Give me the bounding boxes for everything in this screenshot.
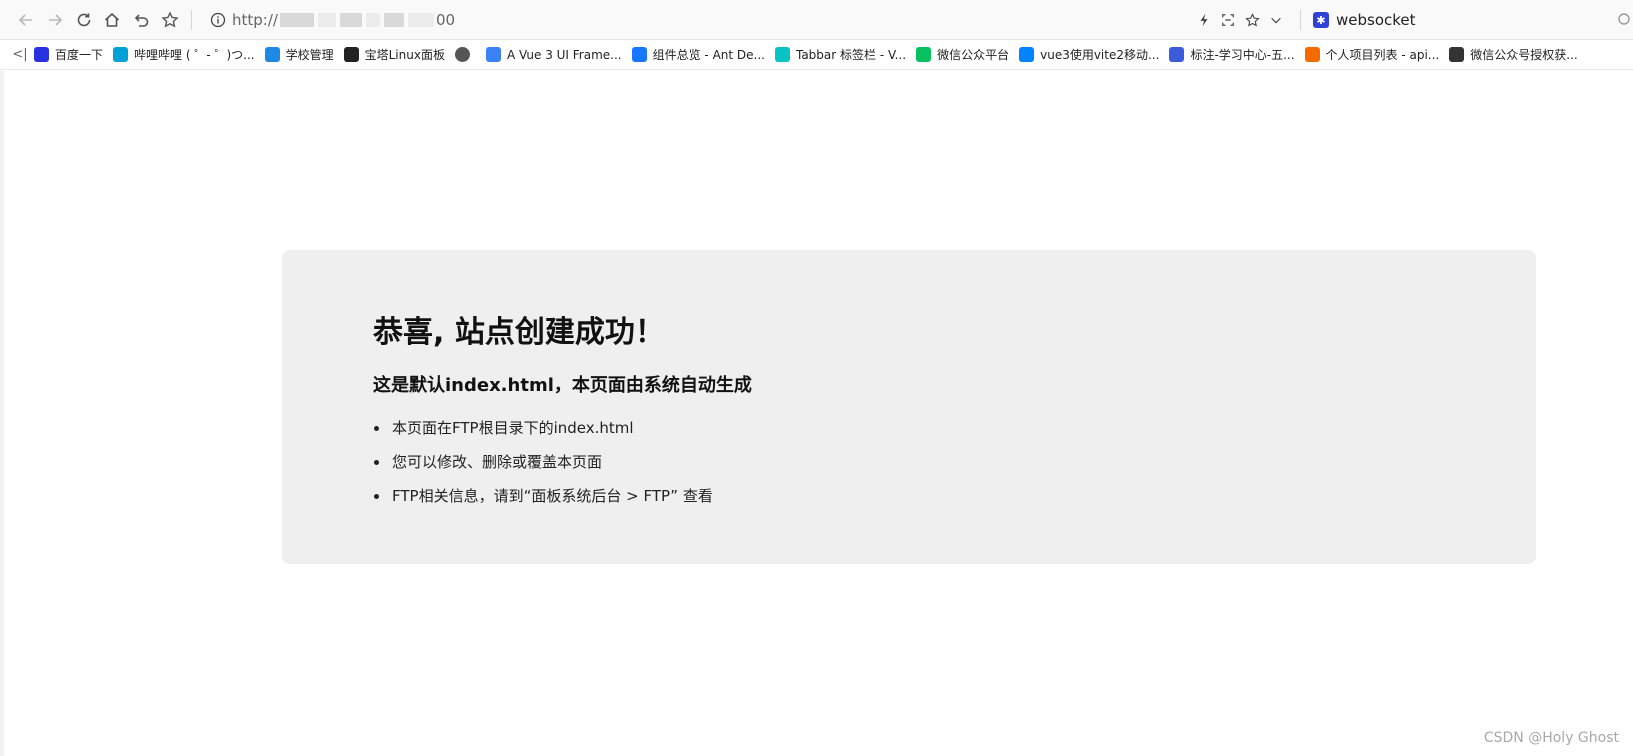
list-item: 本页面在FTP根目录下的index.html — [373, 418, 713, 452]
welcome-panel: 恭喜, 站点创建成功！ 这是默认index.html，本页面由系统自动生成 本页… — [282, 250, 1536, 564]
forward-icon[interactable] — [43, 8, 67, 32]
bookmarks-bar: <| 百度一下 哔哩哔哩 ( ゜- ゜)つ... 学校管理 宝塔Linux面板 A Vu… — [0, 40, 1633, 70]
list-item: FTP相关信息，请到“面板系统后台 > FTP” 查看 — [373, 486, 713, 520]
bookmark-item[interactable]: A Vue 3 UI Frame... — [485, 44, 622, 66]
bilibili-icon — [113, 47, 129, 62]
bookmark-item[interactable]: 哔哩哔哩 ( ゜- ゜)つ... — [113, 44, 255, 66]
vant-icon — [774, 47, 790, 62]
favorite-star-icon[interactable] — [158, 8, 182, 32]
url-redacted — [317, 13, 336, 27]
bookmark-label: Tabbar 标签栏 - V... — [795, 48, 907, 62]
bookmark-item[interactable]: 微信公众平台 — [916, 44, 1009, 66]
search-engine-box[interactable]: ✱ websocket — [1313, 8, 1416, 32]
bookmark-item[interactable]: 微信公众号授权获... — [1449, 44, 1578, 66]
bookmark-label: 微信公众号授权获... — [1470, 48, 1578, 62]
ant-design-icon — [631, 47, 647, 62]
undo-close-tab-icon[interactable] — [130, 8, 154, 32]
bookmark-item[interactable]: vue3使用vite2移动... — [1019, 44, 1159, 66]
list-item: 您可以修改、删除或覆盖本页面 — [373, 452, 713, 486]
screenshot-icon[interactable] — [1220, 12, 1236, 28]
page-subtitle: 这是默认index.html，本页面由系统自动生成 — [373, 375, 752, 396]
bookmark-star-icon[interactable] — [1244, 12, 1260, 28]
url-redacted — [365, 13, 380, 27]
address-actions — [1196, 8, 1284, 32]
baidu-icon — [34, 47, 49, 62]
bookmark-label: 微信公众平台 — [937, 48, 1010, 62]
address-bar[interactable]: http:// 00 — [210, 6, 1210, 34]
bookmark-icon — [1169, 47, 1185, 62]
url-redacted — [339, 13, 362, 27]
lightning-icon[interactable] — [1196, 12, 1212, 28]
url-redacted — [279, 13, 314, 27]
bookmark-label: 标注-学习中心-五... — [1190, 48, 1295, 62]
bookmark-label: 组件总览 - Ant De... — [652, 48, 765, 62]
url-redacted — [383, 13, 404, 27]
watermark: CSDN @Holy Ghost — [1483, 730, 1619, 746]
book-icon — [264, 47, 280, 62]
bookmark-item[interactable]: 个人项目列表 - api... — [1304, 44, 1440, 66]
toolbar-divider — [1300, 10, 1301, 30]
page-title: 恭喜, 站点创建成功！ — [373, 315, 665, 350]
chevron-down-icon[interactable] — [1268, 12, 1284, 28]
bookmark-item[interactable]: 标注-学习中心-五... — [1169, 44, 1295, 66]
bookmark-item[interactable]: 组件总览 - Ant De... — [631, 44, 765, 66]
page-content: 恭喜, 站点创建成功！ 这是默认index.html，本页面由系统自动生成 本页… — [0, 71, 1633, 756]
search-icon[interactable] — [1617, 12, 1633, 28]
bookmark-label: 学校管理 — [285, 48, 334, 62]
search-engine-label: websocket — [1336, 11, 1416, 29]
globe-icon — [454, 47, 470, 62]
bookmark-label: A Vue 3 UI Frame... — [506, 47, 622, 62]
browser-toolbar: http:// 00 ✱ websocket — [0, 0, 1633, 40]
bt-icon — [343, 47, 359, 62]
bookmark-label: 宝塔Linux面板 — [364, 48, 445, 62]
bookmark-item[interactable]: 百度一下 — [34, 44, 103, 66]
url-redacted — [407, 13, 434, 27]
csdn-icon — [1449, 47, 1465, 62]
vue-ui-icon — [485, 47, 501, 62]
bookmark-item[interactable]: Tabbar 标签栏 - V... — [774, 44, 907, 66]
url-suffix: 00 — [435, 11, 456, 29]
info-list: 本页面在FTP根目录下的index.html 您可以修改、删除或覆盖本页面 FT… — [373, 418, 713, 520]
bookmark-label: 哔哩哔哩 ( ゜- ゜)つ... — [134, 48, 255, 62]
baidu-paw-icon: ✱ — [1313, 12, 1329, 28]
api-icon — [1304, 47, 1320, 62]
site-info-icon[interactable] — [210, 12, 226, 28]
bookmark-label: 百度一下 — [55, 48, 104, 62]
reload-icon[interactable] — [72, 8, 96, 32]
url-prefix: http:// — [232, 11, 278, 29]
toolbar-divider — [191, 10, 192, 30]
zhihu-icon — [1019, 47, 1035, 62]
bookmark-label: 个人项目列表 - api... — [1325, 48, 1440, 62]
bookmark-item[interactable]: 学校管理 — [264, 44, 334, 66]
home-icon[interactable] — [100, 8, 124, 32]
bookmark-item[interactable] — [454, 44, 476, 66]
bookmarks-collapse-icon[interactable]: <| — [6, 44, 34, 66]
bookmark-item[interactable]: 宝塔Linux面板 — [343, 44, 445, 66]
bookmark-label: vue3使用vite2移动... — [1040, 48, 1160, 62]
back-icon[interactable] — [14, 8, 38, 32]
wechat-icon — [916, 47, 932, 62]
